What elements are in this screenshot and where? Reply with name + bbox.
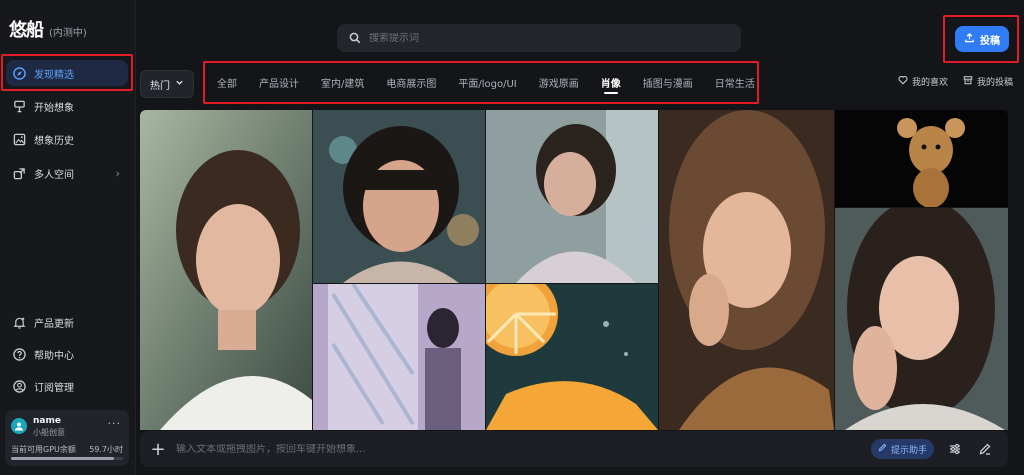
submit-button[interactable]: 投稿 <box>955 26 1009 52</box>
image-gallery <box>140 110 1008 430</box>
user-name: name <box>33 416 61 426</box>
share-space-icon <box>12 166 26 180</box>
gallery-image-portrait-1[interactable] <box>140 110 312 430</box>
sidebar-item-label: 多人空间 <box>34 169 74 181</box>
sidebar-item-subscription[interactable]: 订阅管理 <box>6 373 128 399</box>
box-icon <box>963 75 973 88</box>
tab-8[interactable]: 日常生活 <box>704 64 766 100</box>
gpu-balance-bar <box>11 457 123 460</box>
gallery-image-portrait-4[interactable] <box>486 110 658 283</box>
compass-icon <box>12 66 26 80</box>
search-bar[interactable] <box>337 24 741 52</box>
sort-label: 热门 <box>150 80 170 92</box>
sidebar-item-label: 发现精选 <box>34 69 74 81</box>
tab-1[interactable]: 产品设计 <box>248 64 310 100</box>
prompt-bar: + 提示助手 <box>140 431 1008 467</box>
search-icon <box>349 29 361 48</box>
heart-icon <box>898 75 908 88</box>
prompt-assistant-label: 提示助手 <box>890 445 927 456</box>
brush-icon <box>12 99 26 113</box>
bell-icon <box>12 315 26 329</box>
my-favorites-link[interactable]: 我的喜欢 <box>898 75 948 88</box>
image-icon <box>12 132 26 146</box>
tab-2[interactable]: 室内/建筑 <box>310 64 375 100</box>
sidebar-item-discover[interactable]: 发现精选 <box>6 60 128 86</box>
pen-icon <box>878 443 887 455</box>
tab-3[interactable]: 电商展示图 <box>375 64 447 100</box>
gallery-image-orange[interactable] <box>486 284 658 430</box>
sidebar-item-updates[interactable]: 产品更新 <box>6 309 128 335</box>
upload-icon <box>964 32 975 46</box>
tab-7[interactable]: 插图与漫画 <box>632 64 704 100</box>
category-tabs: 全部 产品设计 室内/建筑 电商展示图 平面/logo/UI 游戏原画 肖像 插图与漫画 日常生… <box>206 64 766 100</box>
gallery-image-portrait-5[interactable] <box>659 110 834 430</box>
gallery-image-portrait-3[interactable] <box>313 284 485 430</box>
sidebar-item-label: 想象历史 <box>34 135 74 147</box>
tab-5[interactable]: 游戏原画 <box>528 64 590 100</box>
sidebar-item-history[interactable]: 想象历史 <box>6 126 128 152</box>
tab-4[interactable]: 平面/logo/UI <box>447 64 527 100</box>
gpu-balance-label: 当前可用GPU余额 <box>11 445 76 454</box>
sidebar-item-label: 开始想象 <box>34 102 74 114</box>
user-icon <box>12 379 26 393</box>
plus-icon[interactable]: + <box>140 439 176 460</box>
more-icon[interactable]: ··· <box>108 417 122 430</box>
chevron-right-icon: › <box>115 166 120 180</box>
user-card[interactable]: name 小船创意 ··· 当前可用GPU余额 59.7小时 <box>5 410 129 466</box>
brand[interactable]: 悠船 (内测中) <box>9 16 87 42</box>
sidebar: 悠船 (内测中) 发现精选 开始想象 想象历史 多人空间 › 产品更新 帮助中心… <box>0 0 136 475</box>
help-icon <box>12 347 26 361</box>
tab-0[interactable]: 全部 <box>206 64 248 100</box>
gallery-image-portrait-2[interactable] <box>313 110 485 283</box>
avatar <box>11 418 27 434</box>
gallery-image-mouse[interactable] <box>835 110 1008 207</box>
search-input[interactable] <box>369 32 709 44</box>
settings-sliders-icon[interactable] <box>946 440 964 458</box>
beta-badge: (内测中) <box>49 28 87 39</box>
sidebar-item-imagine[interactable]: 开始想象 <box>6 93 128 119</box>
app-window: 悠船 (内测中) 发现精选 开始想象 想象历史 多人空间 › 产品更新 帮助中心… <box>0 0 1024 475</box>
gpu-balance-fill <box>11 457 115 460</box>
user-tier: 小船创意 <box>33 428 65 437</box>
sidebar-item-label: 帮助中心 <box>34 350 74 362</box>
edit-pen-icon[interactable] <box>976 440 994 458</box>
sort-dropdown[interactable]: 热门 <box>140 70 194 98</box>
sidebar-item-multiplayer[interactable]: 多人空间 › <box>6 160 128 186</box>
my-favorites-label: 我的喜欢 <box>912 78 949 88</box>
gallery-image-portrait-6[interactable] <box>835 208 1008 430</box>
sidebar-item-label: 产品更新 <box>34 318 74 330</box>
tab-6[interactable]: 肖像 <box>590 64 632 100</box>
my-submissions-link[interactable]: 我的投稿 <box>963 75 1013 88</box>
gpu-balance-value: 59.7小时 <box>89 445 123 454</box>
submit-button-label: 投稿 <box>980 35 1000 47</box>
prompt-assistant-button[interactable]: 提示助手 <box>870 439 934 459</box>
sidebar-item-label: 订阅管理 <box>34 382 74 394</box>
my-submissions-label: 我的投稿 <box>977 78 1014 88</box>
logo: 悠船 <box>9 20 44 41</box>
prompt-input[interactable] <box>176 443 866 455</box>
chevron-down-icon <box>175 78 184 90</box>
sidebar-item-help[interactable]: 帮助中心 <box>6 341 128 367</box>
